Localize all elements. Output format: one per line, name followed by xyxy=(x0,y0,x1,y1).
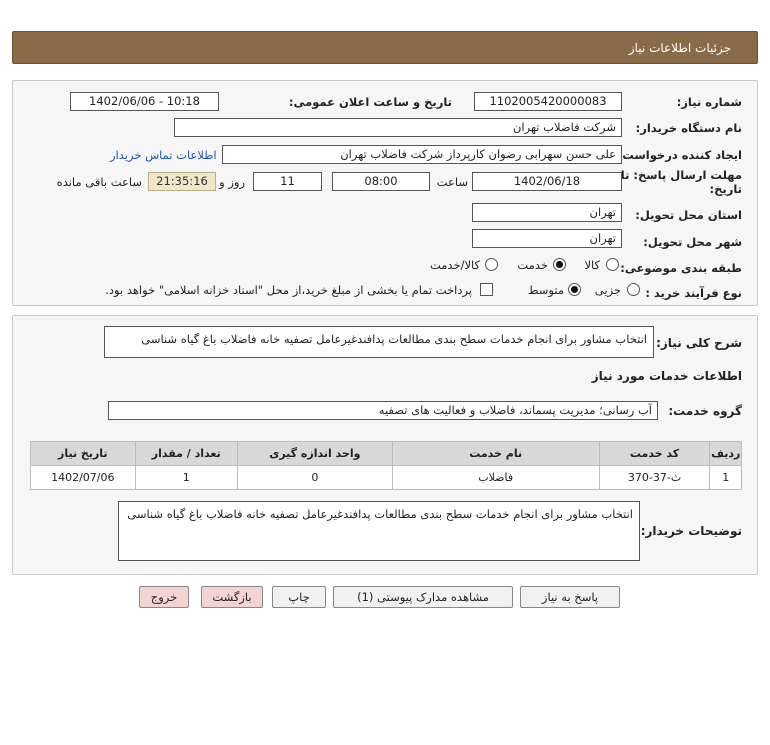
days-label: روز و xyxy=(219,175,245,189)
deadline-time-label: ساعت xyxy=(436,175,468,189)
table-header-unit: واحد اندازه گیری xyxy=(237,441,393,466)
remaining-time-display: 21:35:16 xyxy=(148,172,216,191)
city-field: تهران xyxy=(472,229,622,248)
summary-label: شرح کلی نیاز: xyxy=(656,336,742,350)
table-cell-quantity: 1 xyxy=(134,465,239,490)
need-number-label: شماره نیاز: xyxy=(676,95,742,109)
table-cell-service-name: فاضلاب xyxy=(391,465,600,490)
buyer-description-label: توضیحات خریدار: xyxy=(640,524,742,538)
category-option-goods-service: کالا/خدمت xyxy=(429,258,480,272)
days-field: 11 xyxy=(253,172,322,191)
service-group-label: گروه خدمت: xyxy=(668,404,742,418)
category-radio-service[interactable] xyxy=(553,258,566,271)
purchase-radio-minor[interactable] xyxy=(627,283,640,296)
services-table: ردیف کد خدمت نام خدمت واحد اندازه گیری ت… xyxy=(30,441,742,490)
view-attachments-button[interactable]: مشاهده مدارک پیوستی (1) xyxy=(333,586,513,608)
buyer-org-label: نام دستگاه خریدار: xyxy=(635,121,742,135)
page-header: جزئیات اطلاعات نیاز xyxy=(12,31,758,64)
announce-field: 1402/06/06 - 10:18 xyxy=(70,92,219,111)
table-header-quantity: تعداد / مقدار xyxy=(134,441,239,466)
deadline-label-2: تاریخ: xyxy=(709,182,742,196)
table-cell-row-number: 1 xyxy=(709,465,742,490)
category-option-goods: کالا xyxy=(584,258,600,272)
city-label: شهر محل تحویل: xyxy=(643,235,742,249)
buyer-description-field: انتخاب مشاور برای انجام خدمات سطح بندی م… xyxy=(118,501,640,561)
need-number-field: 1102005420000083 xyxy=(474,92,622,111)
table-cell-need-date: 1402/07/06 xyxy=(30,465,136,490)
province-field: تهران xyxy=(472,203,622,222)
purchase-option-minor: جزیی xyxy=(594,283,621,297)
category-radio-goods-service[interactable] xyxy=(485,258,498,271)
creator-label: ایجاد کننده درخواست: xyxy=(617,148,742,162)
creator-field: علی حسن سهرابی رضوان کارپرداز شرکت فاضلا… xyxy=(222,145,622,164)
table-header-service-code: کد خدمت xyxy=(598,441,711,466)
reply-to-need-button[interactable]: پاسخ به نیاز xyxy=(520,586,620,608)
buyer-org-field: شرکت فاضلاب تهران xyxy=(174,118,622,137)
payment-note: پرداخت تمام یا بخشی از مبلغ خرید،از محل … xyxy=(105,283,472,297)
table-header-service-name: نام خدمت xyxy=(391,441,600,466)
table-cell-unit: 0 xyxy=(237,465,393,490)
table-cell-service-code: ث-37-370 xyxy=(598,465,711,490)
deadline-label: مهلت ارسال پاسخ: تا xyxy=(620,168,742,182)
purchase-type-label: نوع فرآیند خرید : xyxy=(645,286,742,300)
province-label: استان محل تحویل: xyxy=(635,208,742,222)
announce-label: تاریخ و ساعت اعلان عمومی: xyxy=(288,95,452,109)
exit-button[interactable]: خروج xyxy=(139,586,189,608)
summary-field: انتخاب مشاور برای انجام خدمات سطح بندی م… xyxy=(104,326,654,358)
page-title: جزئیات اطلاعات نیاز xyxy=(628,41,731,55)
remaining-label: ساعت باقی مانده xyxy=(56,175,142,189)
deadline-date-field: 1402/06/18 xyxy=(472,172,622,191)
print-button[interactable]: چاپ xyxy=(272,586,326,608)
deadline-time-field: 08:00 xyxy=(332,172,430,191)
category-label: طبقه بندی موضوعی: xyxy=(620,261,742,275)
back-button[interactable]: بازگشت xyxy=(201,586,263,608)
buyer-contact-link[interactable]: اطلاعات تماس خریدار xyxy=(110,148,217,162)
category-option-service: خدمت xyxy=(517,258,548,272)
category-radio-goods[interactable] xyxy=(606,258,619,271)
table-header-need-date: تاریخ نیاز xyxy=(30,441,136,466)
table-row: 1 ث-37-370 فاضلاب 0 1 1402/07/06 xyxy=(30,465,742,490)
purchase-option-medium: متوسط xyxy=(527,283,564,297)
treasury-docs-checkbox[interactable] xyxy=(480,283,493,296)
services-title: اطلاعات خدمات مورد نیاز xyxy=(591,369,742,383)
service-group-field: آب رسانی؛ مدیریت پسماند، فاضلاب و فعالیت… xyxy=(108,401,658,420)
table-header-row-number: ردیف xyxy=(709,441,742,466)
purchase-radio-medium[interactable] xyxy=(568,283,581,296)
